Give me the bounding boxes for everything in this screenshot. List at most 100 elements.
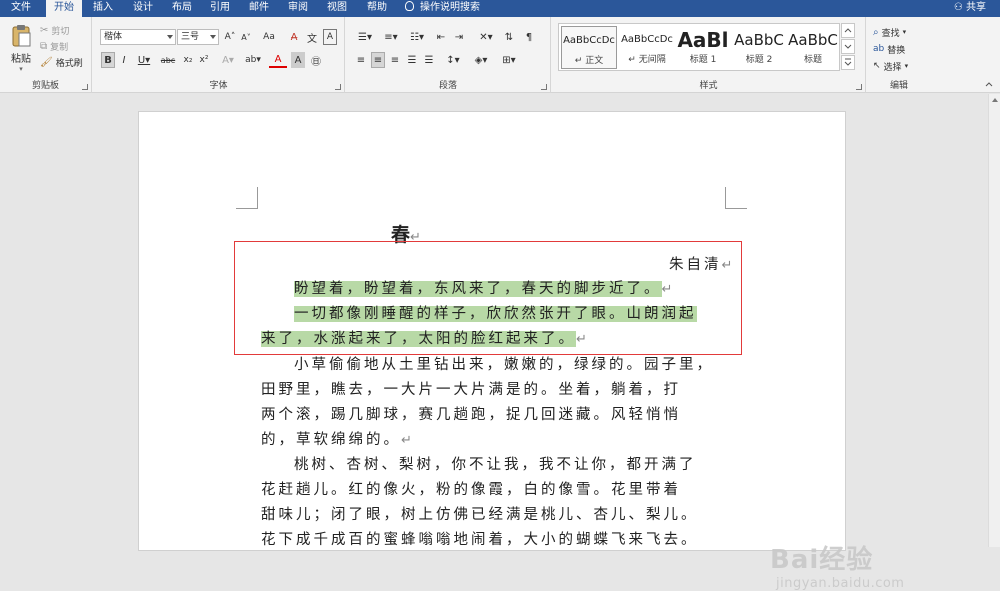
paragraph-launcher-icon[interactable] <box>541 84 547 90</box>
font-color-button[interactable]: A <box>269 52 287 68</box>
cut-button[interactable]: ✂ 剪切 <box>40 23 69 37</box>
styles-scroll-down[interactable] <box>841 39 855 54</box>
font-group-label: 字体 <box>209 81 228 91</box>
document-page[interactable]: 春↵ 朱自清↵ 盼望着，盼望着，东风来了，春天的脚步近了。↵ 一切都像刚睡醒的样… <box>138 111 846 551</box>
shading-button[interactable]: ◈▾ <box>470 52 492 68</box>
strikethrough-button[interactable]: abc <box>159 52 177 68</box>
font-launcher-icon[interactable] <box>335 84 341 90</box>
style-name: 标题 <box>803 55 822 65</box>
watermark-brand: Bai经验 <box>770 545 874 575</box>
tab-mailings[interactable]: 邮件 <box>240 0 278 17</box>
share-label: 共享 <box>966 2 986 13</box>
decrease-indent-icon: ⇤ <box>436 31 446 43</box>
ribbon-tab-bar: 文件 开始 插入 设计 布局 引用 邮件 审阅 视图 帮助 操作说明搜索 ⚇ 共… <box>0 0 1000 17</box>
strikethrough-icon: abc <box>160 55 176 65</box>
tab-home[interactable]: 开始 <box>46 0 82 17</box>
increase-indent-icon: ⇥ <box>454 31 464 43</box>
style-heading-2[interactable]: AaBbC 标题 2 <box>731 26 787 69</box>
group-clipboard: 粘贴 ▾ ✂ 剪切 ⧉ 复制 🖌 格式刷 剪贴板 <box>0 17 92 93</box>
chevron-up-icon <box>985 82 993 87</box>
styles-more[interactable] <box>841 55 855 70</box>
tab-view[interactable]: 视图 <box>318 0 356 17</box>
align-left-button[interactable]: ≡ <box>354 52 368 68</box>
shrink-font-button[interactable]: A˅ <box>239 29 253 45</box>
increase-indent-button[interactable]: ⇥ <box>452 29 466 45</box>
change-case-button[interactable]: Aa <box>259 29 279 45</box>
paste-button[interactable]: 粘贴 ▾ <box>6 23 36 73</box>
format-painter-button[interactable]: 🖌 格式刷 <box>40 55 83 69</box>
highlighter-icon: ab▾ <box>245 55 261 65</box>
numbered-list-icon: ≡▾ <box>384 31 398 43</box>
vertical-scrollbar[interactable] <box>988 94 1000 547</box>
document-workspace: 春↵ 朱自清↵ 盼望着，盼望着，东风来了，春天的脚步近了。↵ 一切都像刚睡醒的样… <box>0 94 1000 591</box>
collapse-ribbon-button[interactable] <box>984 79 994 89</box>
copy-label: 复制 <box>50 42 69 53</box>
select-button[interactable]: ↖ 选择 ▾ <box>873 59 908 73</box>
align-right-button[interactable]: ≡ <box>388 52 402 68</box>
multilevel-list-icon: ☷▾ <box>410 31 424 43</box>
numbering-button[interactable]: ≡▾ <box>380 29 402 45</box>
body-text: 小草偷偷地从土里钻出来，嫩嫩的，绿绿的。园子里， <box>294 357 714 373</box>
chinese-layout-button[interactable]: ✕▾ <box>476 29 496 45</box>
styles-scroll-up[interactable] <box>841 23 855 38</box>
share-button[interactable]: ⚇ 共享 <box>954 0 986 17</box>
paragraph-line: 桃树、杏树、梨树，你不让我，我不让你，都开满了 <box>294 454 697 476</box>
line-spacing-button[interactable]: ↕▾ <box>442 52 464 68</box>
multilevel-list-button[interactable]: ☷▾ <box>406 29 428 45</box>
bold-button[interactable]: B <box>101 52 115 68</box>
style-no-spacing[interactable]: AaBbCcDc ↵ 无间隔 <box>619 26 675 69</box>
replace-label: 替换 <box>887 45 906 56</box>
style-preview: AaBbC <box>734 31 784 49</box>
highlight-button[interactable]: ab▾ <box>243 52 263 68</box>
clipboard-launcher-icon[interactable] <box>82 84 88 90</box>
character-border-button[interactable]: A <box>323 29 337 45</box>
copy-button[interactable]: ⧉ 复制 <box>40 39 68 53</box>
font-size-value: 三号 <box>181 32 200 42</box>
tab-insert[interactable]: 插入 <box>86 0 120 17</box>
styles-launcher-icon[interactable] <box>856 84 862 90</box>
tab-design[interactable]: 设计 <box>124 0 162 17</box>
paragraph-line: 田野里，瞧去，一大片一大片满是的。坐着，躺着，打 <box>261 379 681 401</box>
distributed-button[interactable]: ☰ <box>422 52 436 68</box>
tab-review[interactable]: 审阅 <box>280 0 316 17</box>
character-border-icon: A <box>326 32 334 42</box>
style-preview: AaBl <box>677 28 729 52</box>
tab-help[interactable]: 帮助 <box>358 0 396 17</box>
tell-me-search[interactable]: 操作说明搜索 <box>405 0 480 17</box>
replace-button[interactable]: ab 替换 <box>873 42 905 56</box>
bullets-button[interactable]: ☰▾ <box>354 29 376 45</box>
decrease-indent-button[interactable]: ⇤ <box>434 29 448 45</box>
sort-button[interactable]: ⇅ <box>502 29 516 45</box>
style-normal[interactable]: AaBbCcDc ↵ 正文 <box>561 26 617 69</box>
align-center-icon: ≡ <box>373 54 383 66</box>
font-size-combo[interactable]: 三号 <box>177 29 219 45</box>
font-name-combo[interactable]: 楷体 <box>100 29 176 45</box>
tab-layout[interactable]: 布局 <box>164 0 200 17</box>
character-shading-button[interactable]: A <box>291 52 305 68</box>
body-text: 的，草软绵绵的。 <box>261 432 401 448</box>
tab-references[interactable]: 引用 <box>202 0 238 17</box>
style-heading-1[interactable]: AaBl 标题 1 <box>675 26 731 69</box>
style-title[interactable]: AaBbC 标题 <box>785 26 841 69</box>
superscript-button[interactable]: x² <box>197 52 211 68</box>
show-marks-button[interactable]: ¶ <box>522 29 536 45</box>
ribbon-home: 粘贴 ▾ ✂ 剪切 ⧉ 复制 🖌 格式刷 剪贴板 楷体 三号 A˄ A˅ Aa A̶ … <box>0 17 1000 93</box>
scroll-up-icon[interactable] <box>992 98 998 102</box>
text-effects-button[interactable]: A▾ <box>219 52 237 68</box>
align-center-button[interactable]: ≡ <box>371 52 385 68</box>
borders-button[interactable]: ⊞▾ <box>498 52 520 68</box>
tab-file[interactable]: 文件 <box>4 0 38 17</box>
underline-button[interactable]: U▾ <box>135 52 153 68</box>
subscript-button[interactable]: x₂ <box>181 52 195 68</box>
find-button[interactable]: ⌕ 查找 ▾ <box>873 25 906 39</box>
grow-font-button[interactable]: A˄ <box>223 29 237 45</box>
justify-button[interactable]: ☰ <box>405 52 419 68</box>
phonetic-guide-icon: 文 <box>307 33 317 45</box>
chevron-down-icon <box>210 35 216 39</box>
enclose-characters-button[interactable]: ㊐ <box>309 52 323 68</box>
text-effects-icon: A▾ <box>222 54 234 66</box>
italic-button[interactable]: I <box>118 52 130 68</box>
phonetic-guide-button[interactable]: 文 <box>305 29 319 45</box>
clear-formatting-button[interactable]: A̶ <box>287 29 301 45</box>
search-icon: ⌕ <box>873 26 879 38</box>
